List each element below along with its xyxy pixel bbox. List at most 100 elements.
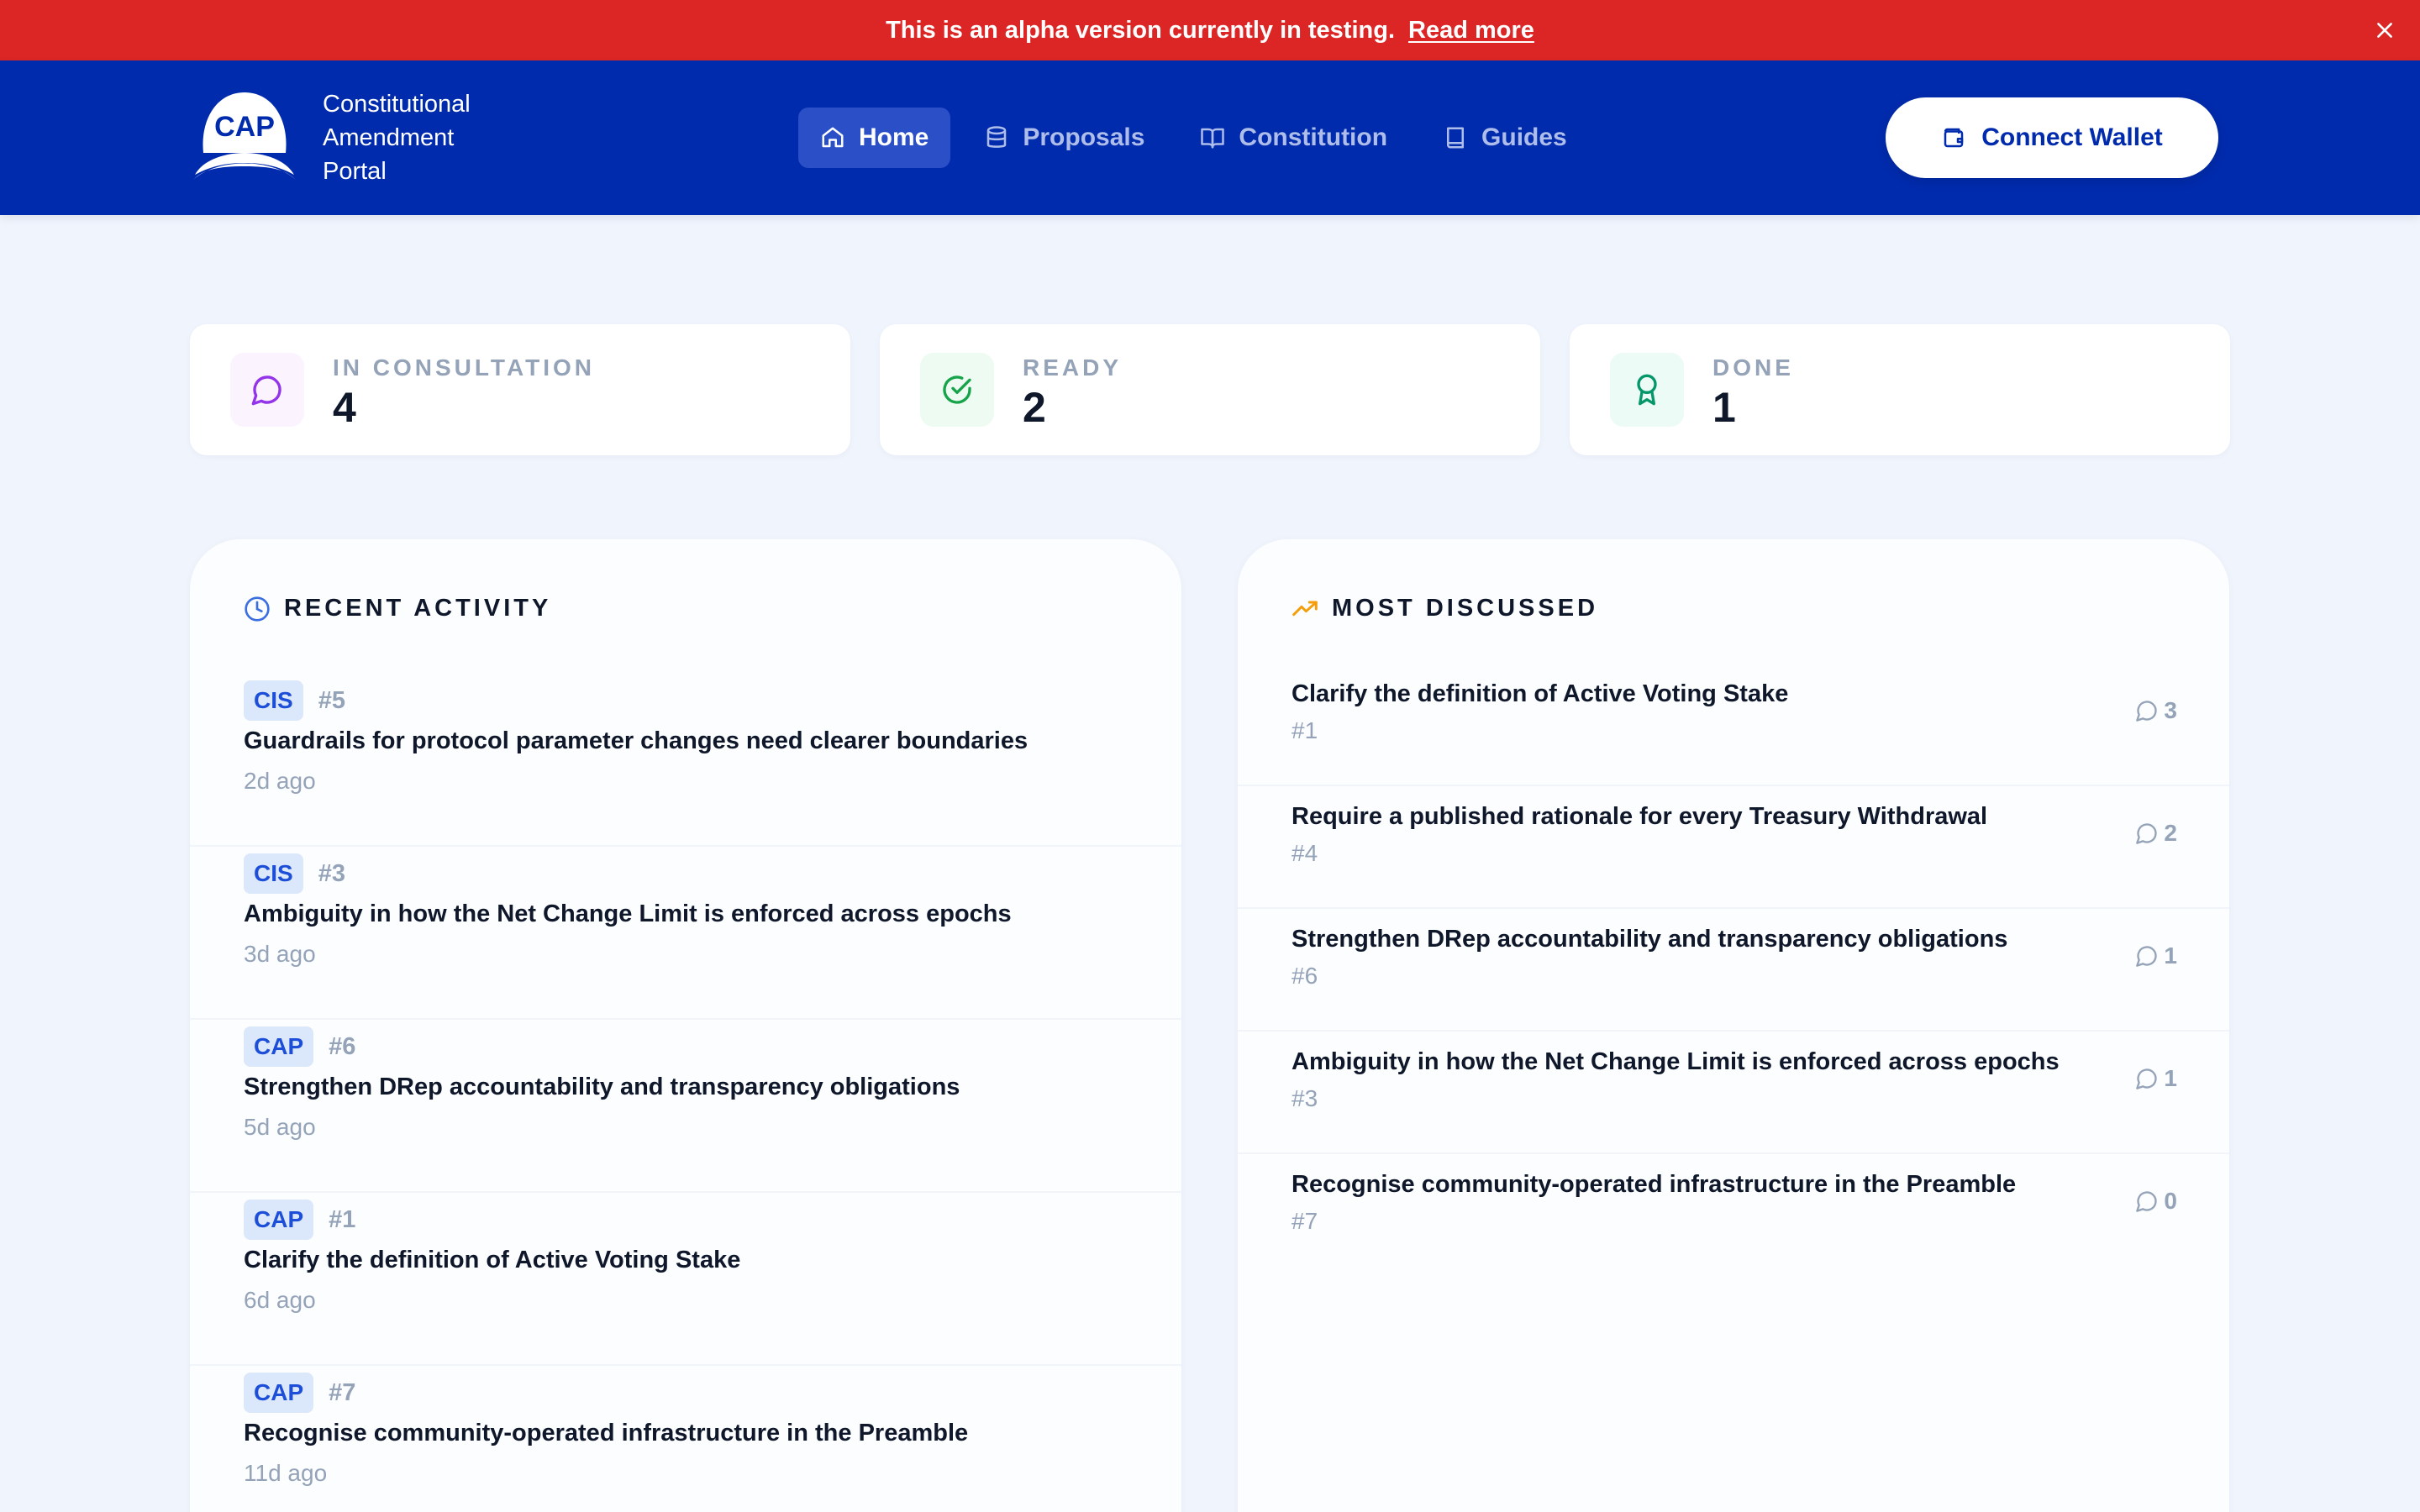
clock-icon: [245, 596, 270, 622]
discussed-item[interactable]: Strengthen DRep accountability and trans…: [1238, 909, 2229, 1032]
close-icon[interactable]: [2370, 15, 2400, 45]
activity-title: Ambiguity in how the Net Change Limit is…: [244, 900, 1012, 927]
item-number: #4: [1292, 840, 1318, 866]
main-nav: Home Proposals Constitution Guides: [798, 108, 1601, 168]
item-number: #1: [329, 1205, 356, 1233]
comment-icon: [2136, 946, 2158, 967]
logo-text: CAP: [214, 111, 275, 143]
comment-icon: [2136, 1068, 2158, 1089]
discussed-item[interactable]: Clarify the definition of Active Voting …: [1238, 664, 2229, 786]
activity-item[interactable]: CAP #1 Clarify the definition of Active V…: [190, 1193, 1181, 1366]
read-more-link[interactable]: Read more: [1408, 17, 1534, 45]
type-badge: CAP: [244, 1373, 314, 1413]
activity-time: 6d ago: [244, 1287, 316, 1313]
activity-item[interactable]: CAP #6 Strengthen DRep accountability and…: [190, 1020, 1181, 1193]
most-discussed-title: MOST DISCUSSED: [1332, 595, 1599, 622]
most-discussed-heading: MOST DISCUSSED: [1292, 595, 1598, 622]
item-number: #7: [1292, 1208, 1318, 1234]
stat-icon-wrap: [230, 353, 304, 427]
nav-guides[interactable]: Guides: [1421, 108, 1589, 168]
comment-count: 1: [2135, 942, 2177, 969]
comment-count: 3: [2135, 697, 2177, 724]
comment-count-value: 0: [2164, 1188, 2177, 1214]
item-number: #6: [1292, 963, 1318, 989]
comment-count: 0: [2135, 1188, 2177, 1215]
wallet-icon: [1944, 128, 1964, 148]
nav-proposals-label: Proposals: [1023, 123, 1145, 151]
activity-title: Clarify the definition of Active Voting …: [244, 1247, 741, 1273]
home-icon: [822, 127, 844, 148]
stat-label: IN CONSULTATION: [333, 354, 595, 381]
nav-constitution-label: Constitution: [1239, 123, 1388, 151]
comment-count: 1: [2135, 1065, 2177, 1092]
trending-up-icon: [1292, 601, 1318, 616]
book-icon: [1447, 127, 1465, 149]
stat-icon-wrap: [1610, 353, 1684, 427]
stat-icon-wrap: [920, 353, 994, 427]
message-circle-icon: [251, 375, 281, 406]
comment-icon: [2136, 1191, 2158, 1212]
brand[interactable]: CAP Constitutional Amendment Portal: [192, 86, 516, 190]
activity-title: Strengthen DRep accountability and trans…: [244, 1074, 960, 1100]
item-number: #1: [1292, 717, 1318, 743]
site-title: Constitutional Amendment Portal: [323, 91, 471, 185]
type-badge: CIS: [244, 680, 303, 721]
stat-value: 4: [333, 384, 356, 431]
activity-time: 2d ago: [244, 768, 316, 794]
item-number: #3: [1292, 1085, 1318, 1111]
discussed-item[interactable]: Require a published rationale for every …: [1238, 786, 2229, 909]
comment-count-value: 2: [2164, 820, 2177, 846]
item-number: #5: [318, 686, 345, 714]
nav-guides-label: Guides: [1481, 123, 1567, 151]
nav-home[interactable]: Home: [798, 108, 951, 168]
activity-item[interactable]: CIS #3 Ambiguity in how the Net Change Li…: [190, 847, 1181, 1020]
activity-time: 3d ago: [244, 941, 316, 967]
stat-done[interactable]: DONE 1: [1570, 324, 2230, 455]
nav-home-label: Home: [859, 123, 929, 151]
item-number: #6: [329, 1032, 356, 1060]
nav-proposals[interactable]: Proposals: [962, 108, 1166, 168]
activity-time: 5d ago: [244, 1114, 316, 1140]
comment-icon: [2136, 701, 2158, 722]
book-open-icon: [1201, 128, 1225, 149]
check-circle-icon: [943, 375, 971, 404]
activity-title: Recognise community-operated infrastruct…: [244, 1420, 969, 1446]
comment-count-value: 1: [2164, 1065, 2177, 1091]
discussed-item[interactable]: Ambiguity in how the Net Change Limit is…: [1238, 1032, 2229, 1154]
connect-wallet-label: Connect Wallet: [1981, 123, 2163, 151]
cap-logo: CAP: [193, 92, 296, 180]
comment-count-value: 1: [2164, 942, 2177, 969]
discussed-title: Ambiguity in how the Net Change Limit is…: [1292, 1048, 2060, 1075]
discussed-title: Clarify the definition of Active Voting …: [1292, 680, 1789, 707]
comment-count-value: 3: [2164, 697, 2177, 723]
discussed-title: Strengthen DRep accountability and trans…: [1292, 926, 2008, 953]
award-icon: [1637, 374, 1657, 406]
activity-time: 11d ago: [244, 1460, 328, 1486]
nav-constitution[interactable]: Constitution: [1178, 108, 1409, 168]
type-badge: CAP: [244, 1200, 314, 1240]
site-header: CAP Constitutional Amendment Portal Home…: [0, 60, 2420, 215]
discussed-item[interactable]: Recognise community-operated infrastruct…: [1238, 1154, 2229, 1277]
database-icon: [987, 126, 1007, 148]
discussed-title: Require a published rationale for every …: [1292, 803, 1988, 830]
most-discussed-panel: MOST DISCUSSED Clarify the definition of…: [1238, 539, 2229, 1512]
comment-icon: [2136, 823, 2158, 844]
recent-activity-panel: RECENT ACTIVITY CIS #5 Guardrails for pro…: [190, 539, 1181, 1512]
stat-value: 1: [1712, 384, 1736, 431]
activity-item[interactable]: CAP #7 Recognise community-operated infra…: [190, 1366, 1181, 1512]
activity-title: Guardrails for protocol parameter change…: [244, 727, 1028, 754]
stat-label: READY: [1023, 354, 1123, 381]
type-badge: CIS: [244, 853, 303, 894]
recent-activity-heading: RECENT ACTIVITY: [244, 595, 551, 622]
alpha-banner: This is an alpha version currently in te…: [0, 0, 2420, 60]
stat-in-consultation[interactable]: IN CONSULTATION 4: [190, 324, 850, 455]
activity-item[interactable]: CIS #5 Guardrails for protocol parameter …: [190, 674, 1181, 847]
stat-value: 2: [1023, 384, 1046, 431]
stat-label: DONE: [1712, 354, 1794, 381]
comment-count: 2: [2135, 820, 2177, 847]
connect-wallet-button[interactable]: Connect Wallet: [1886, 97, 2218, 178]
banner-message: This is an alpha version currently in te…: [886, 16, 1396, 44]
discussed-title: Recognise community-operated infrastruct…: [1292, 1171, 2017, 1198]
recent-activity-title: RECENT ACTIVITY: [284, 595, 552, 622]
stat-ready[interactable]: READY 2: [880, 324, 1540, 455]
